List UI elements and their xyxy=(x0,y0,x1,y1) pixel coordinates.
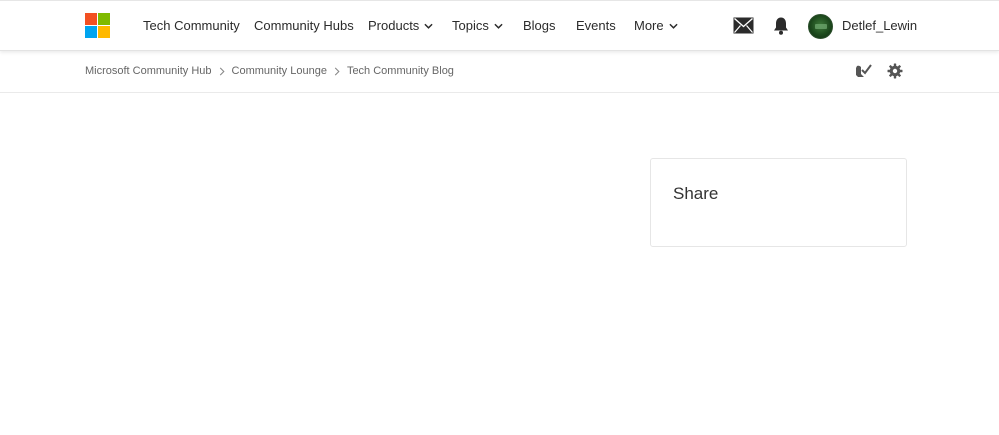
envelope-icon xyxy=(733,17,754,34)
nav-item-tech-community[interactable]: Tech Community xyxy=(143,18,240,33)
nav-item-label: Community Hubs xyxy=(254,18,354,33)
messages-button[interactable] xyxy=(733,17,754,34)
logo-square-blue xyxy=(85,26,97,38)
breadcrumb-item[interactable]: Microsoft Community Hub xyxy=(85,65,212,77)
subscribe-button[interactable] xyxy=(854,62,872,80)
nav-item-label: Products xyxy=(368,18,420,33)
nav-item-label: Tech Community xyxy=(143,18,240,33)
breadcrumb-item[interactable]: Community Lounge xyxy=(232,65,327,77)
nav-item-events[interactable]: Events xyxy=(576,18,616,33)
nav-item-label: Blogs xyxy=(523,18,556,33)
username[interactable]: Detlef_Lewin xyxy=(842,18,917,33)
breadcrumb-bar: Microsoft Community Hub Community Lounge… xyxy=(0,52,999,93)
nav-item-label: Events xyxy=(576,18,616,33)
nav-item-topics[interactable]: Topics xyxy=(452,18,503,33)
notifications-button[interactable] xyxy=(772,16,790,36)
nav-item-label: Topics xyxy=(452,18,489,33)
chevron-down-icon xyxy=(494,23,503,29)
share-panel: Share xyxy=(650,158,907,247)
nav-item-more[interactable]: More xyxy=(634,18,678,33)
chevron-right-icon xyxy=(334,67,340,75)
chevron-down-icon xyxy=(424,23,433,29)
logo-square-green xyxy=(98,13,110,25)
share-title: Share xyxy=(673,184,719,203)
chevron-right-icon xyxy=(219,67,225,75)
nav-item-label: More xyxy=(634,18,664,33)
logo-square-red xyxy=(85,13,97,25)
breadcrumb: Microsoft Community Hub Community Lounge… xyxy=(85,65,454,77)
bell-icon xyxy=(774,17,788,35)
subscribe-icon xyxy=(856,64,872,77)
nav-item-community-hubs[interactable]: Community Hubs xyxy=(254,18,354,33)
avatar[interactable] xyxy=(808,14,833,39)
nav-item-blogs[interactable]: Blogs xyxy=(523,18,556,33)
logo-square-yellow xyxy=(98,26,110,38)
breadcrumb-item[interactable]: Tech Community Blog xyxy=(347,65,454,77)
gear-icon xyxy=(887,63,903,79)
chevron-down-icon xyxy=(669,23,678,29)
microsoft-logo[interactable] xyxy=(85,13,110,38)
nav-item-products[interactable]: Products xyxy=(368,18,433,33)
settings-button[interactable] xyxy=(887,63,903,79)
top-navigation-bar: Tech Community Community Hubs Products T… xyxy=(0,0,999,51)
